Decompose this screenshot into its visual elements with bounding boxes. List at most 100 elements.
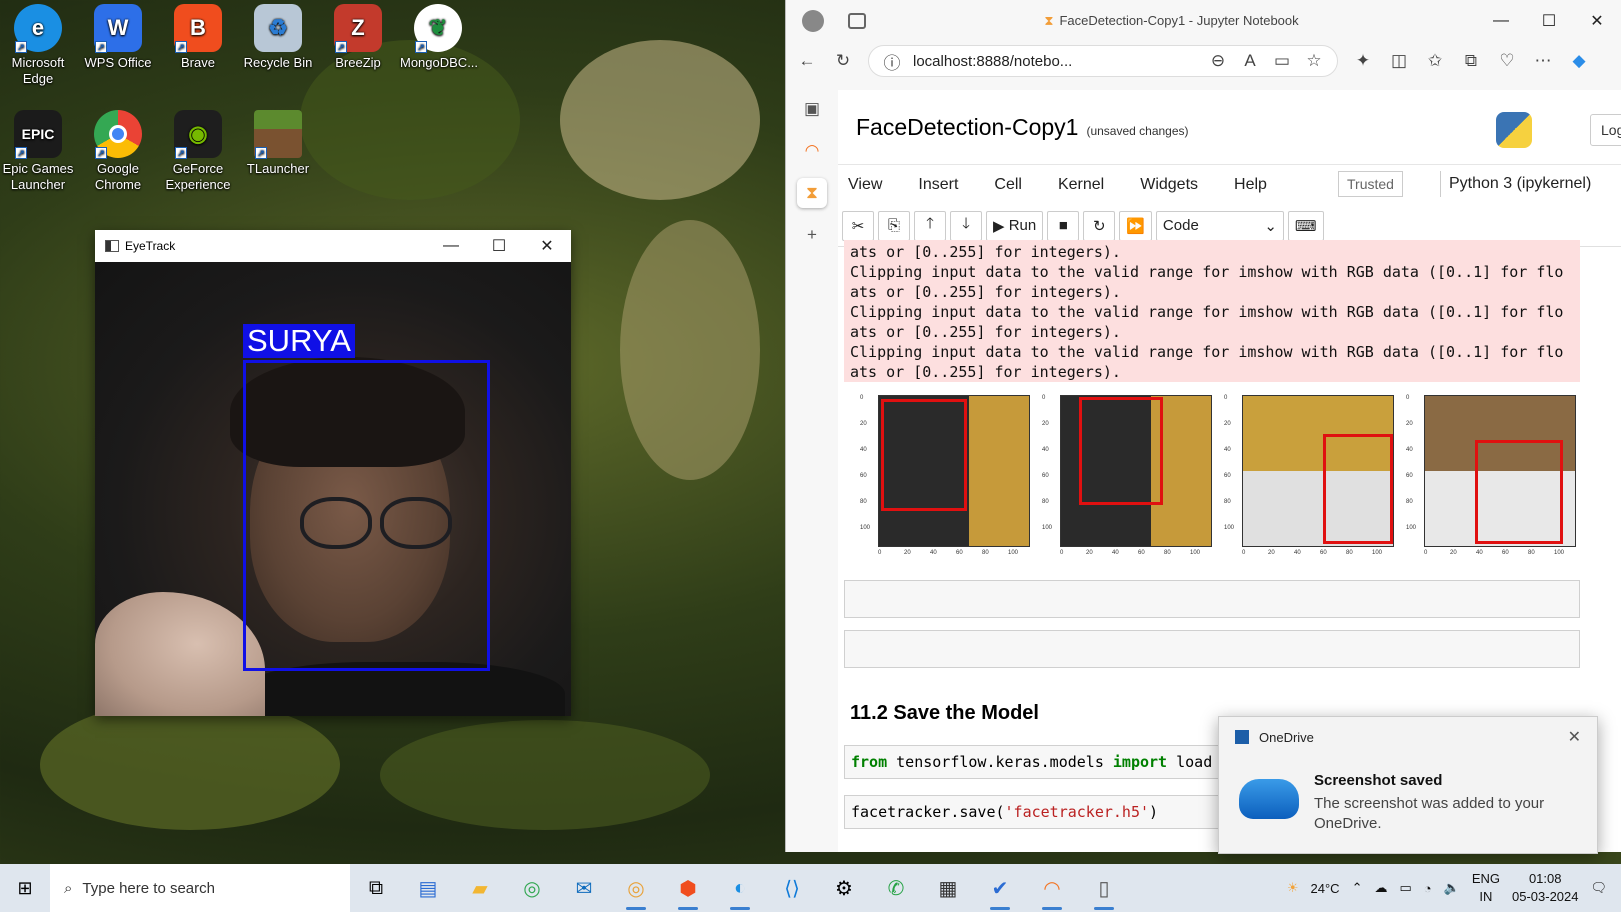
menu-cell[interactable]: Cell <box>994 176 1022 194</box>
jupyter-tab-icon[interactable]: ◠ <box>797 136 827 166</box>
mail-icon[interactable]: ✉ <box>558 864 610 912</box>
store-icon[interactable]: ▤ <box>402 864 454 912</box>
more-icon[interactable]: ⋯ <box>1532 51 1554 71</box>
notebook-title[interactable]: FaceDetection-Copy1 <box>856 114 1078 141</box>
paste-icon[interactable]: ⎘ <box>878 210 910 241</box>
menu-help[interactable]: Help <box>1234 176 1267 194</box>
run-button[interactable]: ▶ Run <box>986 210 1044 241</box>
volume-icon[interactable]: 🔈 <box>1444 880 1460 896</box>
move-down-icon[interactable]: 🡓 <box>950 210 982 241</box>
desktop-icon-tlauncher[interactable]: ↗ TLauncher <box>240 106 316 177</box>
restart-icon[interactable]: ↻ <box>1083 210 1116 241</box>
extensions-icon[interactable]: ✦ <box>1352 51 1374 71</box>
maximize-button[interactable]: ☐ <box>1525 5 1573 37</box>
vscode-icon[interactable]: ⟨⟩ <box>766 864 818 912</box>
favorites-icon[interactable]: ✩ <box>1424 51 1446 71</box>
logout-button[interactable]: Logou <box>1590 114 1621 146</box>
health-icon[interactable]: ♡ <box>1496 51 1518 71</box>
weather-temp[interactable]: 24°C <box>1311 881 1340 896</box>
x-tick-label: 100 <box>1008 550 1019 556</box>
notifications-icon[interactable]: 🗨 <box>1590 880 1607 896</box>
menu-view[interactable]: View <box>848 176 882 194</box>
battery-icon[interactable]: ▭ <box>1399 880 1411 896</box>
reader-icon[interactable]: ▭ <box>1271 51 1293 71</box>
cell-type-select[interactable]: Code ⌄ <box>1155 210 1284 241</box>
fast-forward-icon[interactable]: ⏩ <box>1119 210 1152 241</box>
task-view-icon[interactable]: ⧉ <box>350 864 402 912</box>
onedrive-cloud-icon <box>1239 779 1299 819</box>
desktop-icon-epic-games[interactable]: EPIC ↗ Epic Games Launcher <box>0 106 76 193</box>
x-tick-label: 20 <box>1450 550 1457 556</box>
x-tick-label: 20 <box>1086 550 1093 556</box>
copilot-icon[interactable]: ◆ <box>1568 51 1590 71</box>
menu-widgets[interactable]: Widgets <box>1140 176 1198 194</box>
file-explorer-icon[interactable]: ▰ <box>454 864 506 912</box>
clock[interactable]: 01:08 05-03-2024 <box>1512 870 1579 906</box>
eyetrack-titlebar[interactable]: EyeTrack — ☐ ✕ <box>95 230 571 262</box>
close-icon[interactable]: ✕ <box>1568 727 1581 747</box>
language-indicator[interactable]: ENG IN <box>1472 870 1500 906</box>
x-tick-label: 40 <box>1294 550 1301 556</box>
onedrive-notification[interactable]: OneDrive ✕ Screenshot saved The screensh… <box>1218 716 1598 854</box>
close-button[interactable]: ✕ <box>523 230 571 262</box>
weather-icon[interactable]: ☀ <box>1287 880 1299 896</box>
menu-kernel[interactable]: Kernel <box>1058 176 1104 194</box>
empty-code-cell[interactable] <box>844 630 1580 668</box>
desktop-icon-brave[interactable]: B ↗ Brave <box>160 0 236 71</box>
hourglass-tab-icon[interactable]: ⧗ <box>797 178 827 208</box>
desktop-icon-chrome[interactable]: ↗ Google Chrome <box>80 106 156 193</box>
collections-icon[interactable]: ⧉ <box>1460 51 1482 71</box>
calculator-icon[interactable]: ▦ <box>922 864 974 912</box>
refresh-icon[interactable]: ↻ <box>832 51 854 71</box>
move-up-icon[interactable]: 🡑 <box>914 210 946 241</box>
split-screen-icon[interactable]: ◫ <box>1388 51 1410 71</box>
tab-actions-icon[interactable] <box>848 13 866 29</box>
minimize-button[interactable]: — <box>427 230 475 262</box>
minimize-button[interactable]: — <box>1477 5 1525 37</box>
back-icon[interactable]: ← <box>796 51 818 71</box>
plot-1: 0 20 40 60 80 100 0 20 40 60 80 100 <box>860 392 1040 562</box>
trusted-badge[interactable]: Trusted <box>1338 171 1403 197</box>
desktop-icon-recycle-bin[interactable]: ♻ Recycle Bin <box>240 0 316 71</box>
desktop-icon-edge[interactable]: e ↗ Microsoft Edge <box>0 0 76 87</box>
taskbar-search[interactable]: ⌕ Type here to search <box>50 864 350 912</box>
cut-icon[interactable]: ✂ <box>842 210 874 241</box>
zoom-icon[interactable]: ⊖ <box>1207 51 1229 71</box>
browser-titlebar[interactable]: ⧗ FaceDetection-Copy1 - Jupyter Notebook … <box>786 0 1621 42</box>
sidebar-panel-icon[interactable]: ▣ <box>797 94 827 124</box>
address-bar[interactable]: ⓘ localhost:8888/notebo... ⊖ A ▭ ☆ <box>868 45 1338 77</box>
python-logo-icon <box>1496 112 1532 148</box>
desktop-icon-breezip[interactable]: Z ↗ BreeZip <box>320 0 396 71</box>
wifi-icon[interactable]: ◔ <box>1424 881 1432 896</box>
webcam-feed: SURYA <box>95 262 571 716</box>
y-tick-label: 0 <box>1042 395 1046 401</box>
info-icon[interactable]: ⓘ <box>881 49 903 74</box>
todo-icon[interactable]: ✔ <box>974 864 1026 912</box>
chrome-taskbar-icon[interactable]: ◎ <box>506 864 558 912</box>
menu-insert[interactable]: Insert <box>918 176 958 194</box>
eyetrack-taskbar-icon[interactable]: ▯ <box>1078 864 1130 912</box>
maximize-button[interactable]: ☐ <box>475 230 523 262</box>
y-tick-label: 100 <box>1406 525 1417 531</box>
edge-taskbar-icon[interactable]: ◐ <box>714 864 766 912</box>
windows-start-icon[interactable]: ⊞ <box>0 878 50 899</box>
chrome-profile-icon[interactable]: ◎ <box>610 864 662 912</box>
favorite-star-icon[interactable]: ☆ <box>1303 51 1325 71</box>
jupyter-taskbar-icon[interactable]: ◠ <box>1026 864 1078 912</box>
whatsapp-icon[interactable]: ✆ <box>870 864 922 912</box>
empty-code-cell[interactable] <box>844 580 1580 618</box>
desktop-icon-geforce[interactable]: ◉ ↗ GeForce Experience <box>160 106 236 193</box>
settings-icon[interactable]: ⚙ <box>818 864 870 912</box>
profile-avatar[interactable] <box>802 10 824 32</box>
add-icon[interactable]: + <box>797 220 827 250</box>
stop-icon[interactable]: ■ <box>1047 210 1080 241</box>
read-aloud-icon[interactable]: A <box>1239 51 1261 71</box>
keyboard-icon[interactable]: ⌨ <box>1287 210 1324 241</box>
desktop-icon-wps[interactable]: W ↗ WPS Office <box>80 0 156 71</box>
desktop-icon-mongodb[interactable]: ❦ ↗ MongoDBC... <box>400 0 478 71</box>
brave-taskbar-icon[interactable]: ⬢ <box>662 864 714 912</box>
cloud-tray-icon[interactable]: ☁ <box>1374 880 1387 896</box>
brave-icon: B ↗ <box>174 4 222 53</box>
close-button[interactable]: ✕ <box>1573 5 1621 37</box>
chevron-up-icon[interactable]: ⌃ <box>1352 880 1363 896</box>
